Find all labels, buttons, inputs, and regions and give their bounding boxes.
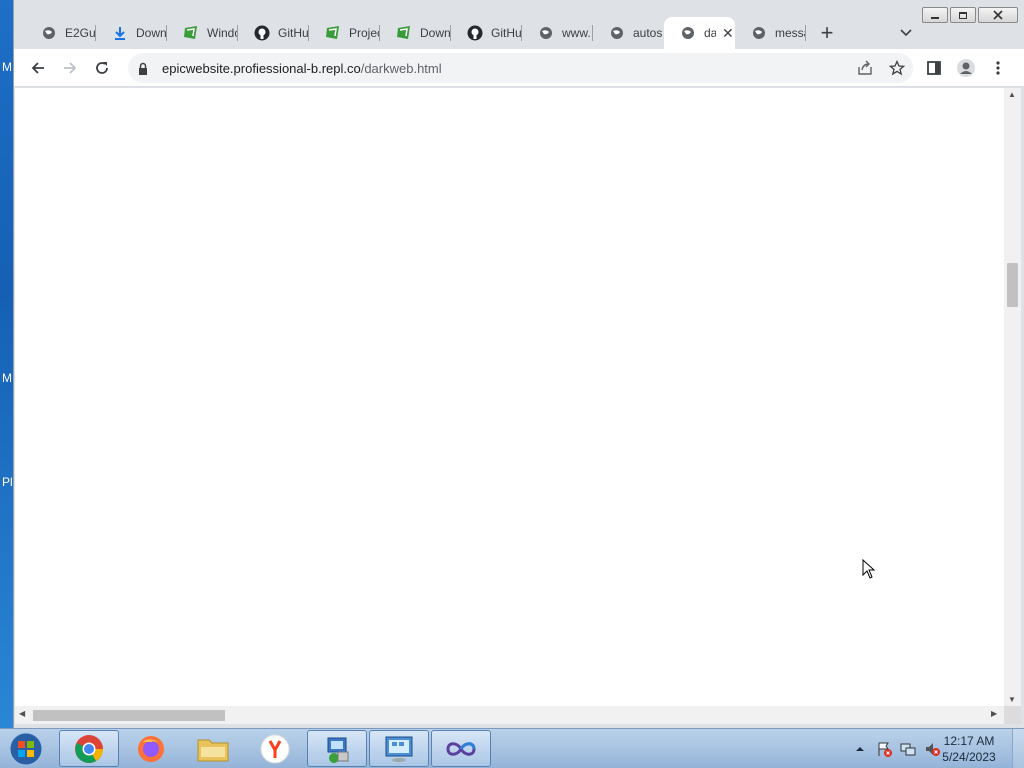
browser-toolbar: epicwebsite.profiessional-b.repl.co/dark…: [14, 49, 1024, 87]
start-button[interactable]: [6, 730, 46, 768]
tab-label: Projec: [349, 26, 380, 40]
taskbar-control-panel[interactable]: [369, 730, 429, 767]
installer-icon: [327, 737, 349, 763]
folder-icon: [197, 739, 229, 761]
address-bar[interactable]: epicwebsite.profiessional-b.repl.co/dark…: [128, 53, 913, 83]
clock-time: 12:17 AM: [943, 734, 995, 748]
green-leaf-icon: [183, 25, 199, 41]
tab-label: www.: [562, 26, 591, 40]
reload-button[interactable]: [90, 56, 114, 80]
browser-window: E2Gu Down Windo GitHu Projec Down GitHu …: [13, 0, 1024, 728]
chrome-icon: [75, 734, 103, 763]
scroll-left-icon[interactable]: ◀: [19, 709, 25, 718]
tab-label: messa: [775, 26, 806, 40]
tab-label: Down: [420, 26, 451, 40]
globe-icon: [538, 25, 554, 41]
tab-separator: [805, 25, 806, 41]
github-icon: [254, 25, 270, 41]
scroll-down-icon[interactable]: ▼: [1008, 695, 1016, 704]
desktop-icon-label[interactable]: Pl: [2, 475, 13, 489]
tab-active-darkweb[interactable]: da ✕: [664, 17, 735, 49]
profile-button[interactable]: [954, 56, 978, 80]
scrollbar-corner: [1004, 706, 1021, 724]
taskbar-firefox[interactable]: [121, 730, 181, 767]
tab-e2gu[interactable]: E2Gu: [25, 17, 96, 49]
show-desktop-button[interactable]: [1012, 729, 1024, 768]
tab-label: Down: [136, 26, 167, 40]
tab-search-button[interactable]: [894, 21, 918, 45]
omnibox-actions: [853, 56, 909, 80]
taskbar-chrome[interactable]: [59, 730, 119, 767]
globe-icon: [751, 25, 767, 41]
lock-icon: [138, 61, 152, 75]
forward-button[interactable]: [58, 56, 82, 80]
desktop-icon-label[interactable]: M: [2, 371, 12, 385]
download-icon: [112, 25, 128, 41]
tab-github-2[interactable]: GitHu: [451, 17, 522, 49]
tab-label: autos: [633, 26, 663, 40]
tab-github-1[interactable]: GitHu: [238, 17, 309, 49]
tab-label: E2Gu: [65, 26, 96, 40]
mouse-cursor-icon: [862, 558, 876, 584]
url-text: epicwebsite.profiessional-b.repl.co/dark…: [162, 61, 442, 76]
tab-download-2[interactable]: Down: [380, 17, 451, 49]
taskbar-installer[interactable]: [307, 730, 367, 767]
tab-label: da: [704, 26, 716, 40]
vertical-scrollbar[interactable]: ▲ ▼: [1004, 88, 1021, 706]
green-leaf-icon: [325, 25, 341, 41]
taskbar-yandex[interactable]: [245, 730, 305, 767]
side-panel-button[interactable]: [922, 56, 946, 80]
chevron-up-icon[interactable]: [850, 739, 870, 759]
new-tab-button[interactable]: +: [815, 20, 839, 45]
tab-label: GitHu: [278, 26, 309, 40]
tab-label: GitHu: [491, 26, 522, 40]
desktop-icon-label[interactable]: M: [2, 60, 12, 74]
control-panel-icon: [385, 736, 413, 762]
globe-icon: [609, 25, 625, 41]
clock-date: 5/24/2023: [942, 750, 996, 764]
tab-messages[interactable]: messa: [735, 17, 806, 49]
globe-icon: [680, 25, 696, 41]
taskbar: 12:17 AM 5/24/2023: [0, 728, 1024, 768]
system-clock[interactable]: 12:17 AM 5/24/2023: [934, 733, 1004, 765]
infinity-icon: [446, 741, 476, 756]
green-leaf-icon: [396, 25, 412, 41]
scroll-up-icon[interactable]: ▲: [1008, 90, 1016, 99]
chevron-down-icon: [900, 29, 912, 37]
more-vertical-icon: [996, 61, 1000, 75]
share-icon[interactable]: [853, 56, 877, 80]
vertical-scroll-thumb[interactable]: [1007, 263, 1018, 307]
tab-autos[interactable]: autos: [593, 17, 664, 49]
taskbar-file-explorer[interactable]: [183, 730, 243, 767]
globe-icon: [41, 25, 57, 41]
horizontal-scrollbar[interactable]: ◀ ▶: [15, 706, 1004, 724]
firefox-icon: [138, 735, 164, 762]
side-panel-icon: [927, 61, 941, 75]
back-button[interactable]: [26, 56, 50, 80]
tab-project[interactable]: Projec: [309, 17, 380, 49]
tab-www[interactable]: www.: [522, 17, 593, 49]
reload-icon: [96, 62, 108, 74]
menu-button[interactable]: [986, 56, 1010, 80]
arrow-left-icon: [31, 62, 44, 74]
windows-orb-icon: [9, 732, 43, 766]
yandex-icon: [260, 734, 290, 763]
star-bookmark-icon[interactable]: [885, 56, 909, 80]
horizontal-scroll-thumb[interactable]: [33, 710, 225, 721]
action-center-flag-icon[interactable]: [874, 739, 894, 759]
github-icon: [467, 25, 483, 41]
taskbar-visual-studio[interactable]: [431, 730, 491, 767]
avatar: [957, 59, 975, 77]
scroll-right-icon[interactable]: ▶: [991, 709, 997, 718]
page-content[interactable]: [15, 88, 1004, 706]
close-tab-icon[interactable]: ✕: [722, 25, 734, 42]
network-icon[interactable]: [898, 739, 918, 759]
tab-windows[interactable]: Windo: [167, 17, 238, 49]
arrow-right-icon: [64, 62, 77, 74]
tab-download-1[interactable]: Down: [96, 17, 167, 49]
tab-label: Windo: [207, 26, 238, 40]
tab-strip: E2Gu Down Windo GitHu Projec Down GitHu …: [14, 17, 1024, 49]
url-host: epicwebsite.profiessional-b.repl.co: [162, 60, 361, 76]
url-path: /darkweb.html: [360, 60, 442, 76]
